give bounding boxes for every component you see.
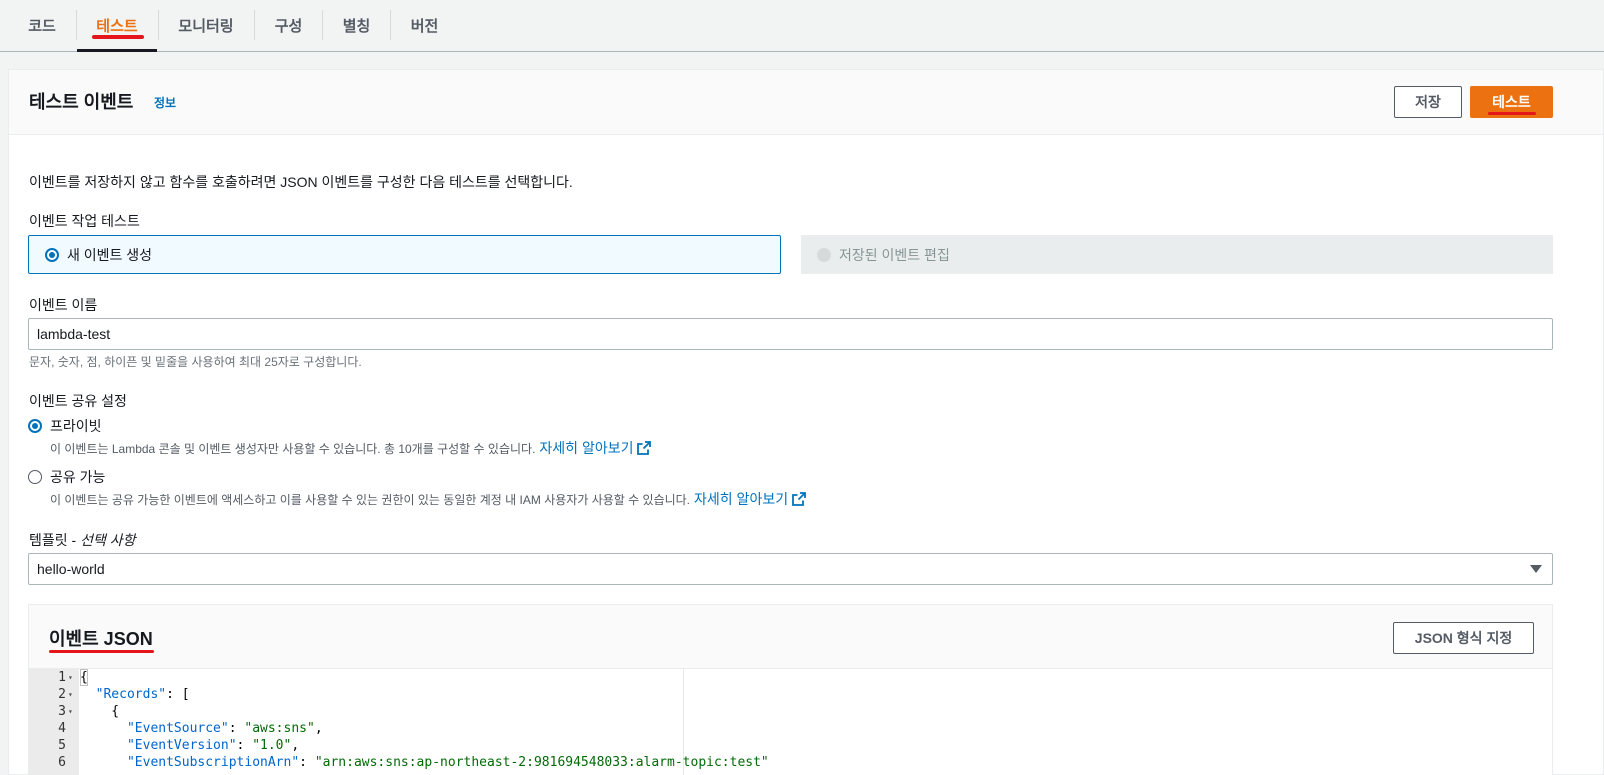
code-line: 2 ▾ "Records": [ <box>29 686 1552 703</box>
radio-selected-icon[interactable] <box>28 419 42 433</box>
tab-aliases[interactable]: 별칭 <box>323 0 390 51</box>
json-code-editor[interactable]: 1 ▾{2 ▾ "Records": [3 ▾ {4 "EventSource": "… <box>29 668 1552 775</box>
template-select[interactable]: hello-world <box>28 553 1553 585</box>
code-line: 1 ▾{ <box>29 669 1552 686</box>
line-number: 3 <box>58 704 66 719</box>
tab-configuration[interactable]: 구성 <box>255 0 322 51</box>
event-name-label: 이벤트 이름 <box>29 297 98 313</box>
external-link-icon <box>792 492 806 506</box>
annotation-underline-test-button <box>1488 112 1536 115</box>
caret-down-icon <box>1530 565 1542 573</box>
code-text: "Records": [ <box>95 687 190 702</box>
editor-cursor <box>80 669 88 686</box>
fold-arrow-icon[interactable]: ▾ <box>68 669 73 686</box>
annotation-underline-json-title <box>49 650 154 653</box>
event-name-hint: 문자, 숫자, 점, 하이픈 및 밑줄을 사용하여 최대 25자로 구성합니다. <box>29 355 362 369</box>
sharing-label: 이벤트 공유 설정 <box>29 393 127 409</box>
tab-code[interactable]: 코드 <box>14 0 70 51</box>
tab-versions[interactable]: 버전 <box>391 0 458 51</box>
external-link-icon <box>637 441 652 455</box>
line-number: 1 <box>58 670 66 685</box>
template-label: 템플릿 - 선택 사항 <box>29 530 136 550</box>
learn-more-link[interactable]: 자세히 알아보기 <box>694 489 806 509</box>
panel-header: 테스트 이벤트 정보 저장 테스트 <box>9 70 1603 135</box>
edit-saved-event-option: 저장된 이벤트 편집 <box>801 235 1553 274</box>
radio-disabled-icon <box>817 247 831 262</box>
edit-saved-event-label: 저장된 이벤트 편집 <box>839 246 950 263</box>
code-text: "EventVersion": "1.0", <box>126 738 300 753</box>
description-text: 이벤트를 저장하지 않고 함수를 호출하려면 JSON 이벤트를 구성한 다음 … <box>29 174 573 190</box>
line-number: 5 <box>58 738 66 753</box>
test-event-panel: 테스트 이벤트 정보 저장 테스트 이벤트를 저장하지 않고 함수를 호출하려면… <box>8 69 1604 775</box>
private-label: 프라이빗 <box>50 418 102 434</box>
code-line: 4 "EventSource": "aws:sns", <box>29 720 1552 737</box>
shareable-option[interactable]: 공유 가능 <box>28 467 105 487</box>
template-label-text: 템플릿 - <box>29 532 81 548</box>
event-json-card: 이벤트 JSON JSON 형식 지정 1 ▾{2 ▾ "Records": [3 ▾… <box>28 604 1553 775</box>
tab-monitoring[interactable]: 모니터링 <box>159 0 253 51</box>
learn-more-link[interactable]: 자세히 알아보기 <box>539 438 652 458</box>
line-number: 4 <box>58 721 66 736</box>
learn-more-text: 자세히 알아보기 <box>539 440 634 456</box>
fold-arrow-icon[interactable]: ▾ <box>68 703 73 720</box>
info-link[interactable]: 정보 <box>154 94 176 111</box>
save-button[interactable]: 저장 <box>1394 86 1462 118</box>
event-name-input[interactable]: lambda-test <box>28 318 1553 350</box>
shareable-label: 공유 가능 <box>50 469 106 485</box>
code-text: { <box>80 704 120 719</box>
code-text: "EventSource": "aws:sns", <box>126 721 323 736</box>
radio-selected-icon[interactable] <box>45 247 59 262</box>
new-event-label: 새 이벤트 생성 <box>67 246 153 263</box>
new-event-option[interactable]: 새 이벤트 생성 <box>28 235 781 274</box>
code-text: "EventSubscriptionArn": "arn:aws:sns:ap-… <box>126 755 769 770</box>
format-json-button[interactable]: JSON 형식 지정 <box>1393 622 1534 654</box>
private-description: 이 이벤트는 Lambda 콘솔 및 이벤트 생성자만 사용할 수 있습니다. … <box>50 438 652 458</box>
shareable-desc-text: 이 이벤트는 공유 가능한 이벤트에 액세스하고 이를 사용할 수 있는 권한이… <box>50 492 691 507</box>
template-optional-text: 선택 사항 <box>80 532 136 548</box>
private-option[interactable]: 프라이빗 <box>28 416 102 436</box>
event-name-value: lambda-test <box>37 326 111 342</box>
event-json-title: 이벤트 JSON <box>49 629 153 649</box>
template-value: hello-world <box>37 561 105 577</box>
code-line: 5 "EventVersion": "1.0", <box>29 737 1552 754</box>
fold-arrow-icon[interactable]: ▾ <box>68 686 73 703</box>
private-desc-text: 이 이벤트는 Lambda 콘솔 및 이벤트 생성자만 사용할 수 있습니다. … <box>50 441 536 456</box>
panel-title: 테스트 이벤트 <box>29 92 134 112</box>
line-number: 6 <box>58 755 66 770</box>
annotation-underline-tab <box>92 35 144 39</box>
tab-test[interactable]: 테스트 <box>77 0 157 52</box>
tab-bar: 코드 테스트 모니터링 구성 별칭 버전 <box>0 0 1604 52</box>
event-action-label: 이벤트 작업 테스트 <box>29 213 140 229</box>
code-line: 6 "EventSubscriptionArn": "arn:aws:sns:a… <box>29 754 1552 771</box>
learn-more-text: 자세히 알아보기 <box>694 491 789 507</box>
shareable-description: 이 이벤트는 공유 가능한 이벤트에 액세스하고 이를 사용할 수 있는 권한이… <box>50 489 806 509</box>
radio-unselected-icon[interactable] <box>28 470 42 484</box>
code-line: 3 ▾ { <box>29 703 1552 720</box>
line-number: 2 <box>58 687 66 702</box>
